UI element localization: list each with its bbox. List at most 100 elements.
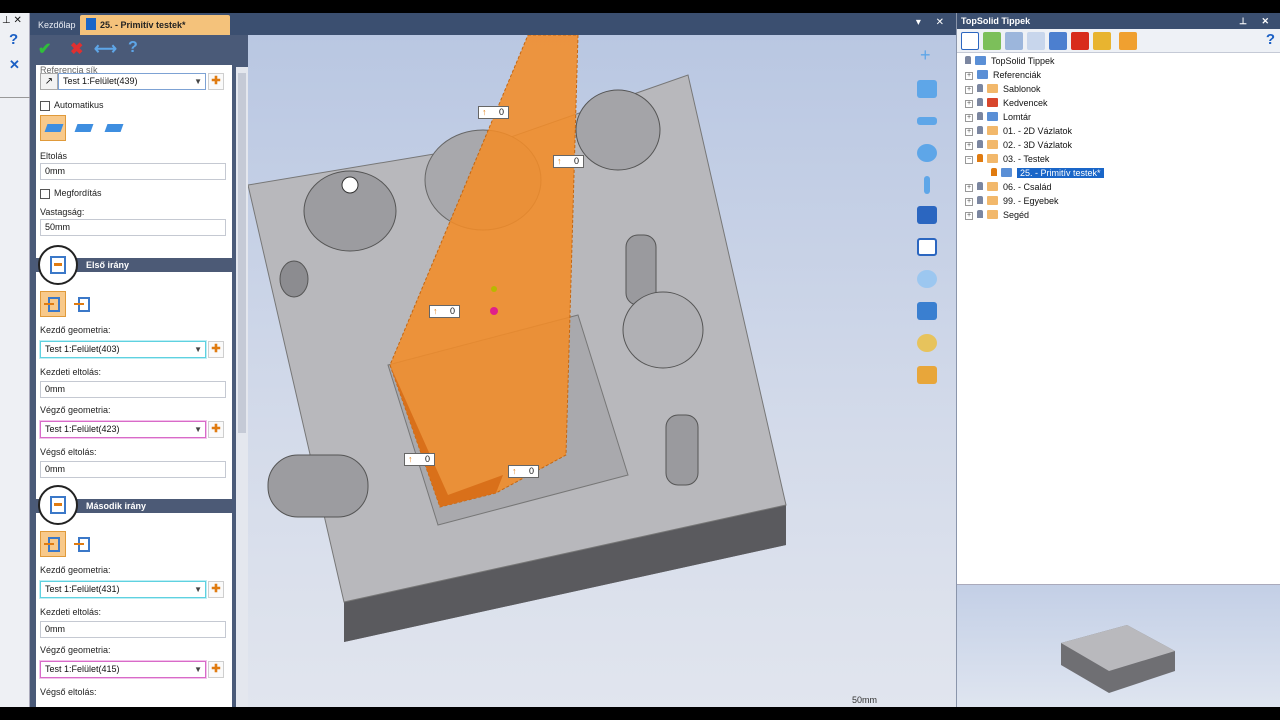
plane-mode-2-button[interactable] [70,115,96,141]
apply-icon[interactable]: ⟷ [94,39,117,59]
help-icon[interactable]: ? [1266,31,1275,48]
flag-icon[interactable] [1071,32,1089,50]
expand-icon[interactable]: + [965,72,973,80]
tab-primitive-bodies[interactable]: 25. - Primitív testek* [80,15,230,35]
dir2-end-add-button[interactable]: ✚ [208,661,224,678]
thickness-input[interactable]: 50mm [40,219,226,236]
expand-icon[interactable]: + [965,142,973,150]
tree-item-helper[interactable]: + Segéd [965,208,1029,222]
view-rotate-icon[interactable] [912,139,942,167]
tree-item-label: Sablonok [1003,84,1041,94]
document-icon[interactable] [1005,32,1023,50]
dir1-start-geo-select[interactable]: Test 1:Felület(403) ▼ [40,341,206,358]
dir1-end-add-button[interactable]: ✚ [208,421,224,438]
tab-home[interactable]: Kezdőlap [32,15,82,35]
view-cube-icon[interactable] [912,297,942,325]
dir1-mode-1-button[interactable] [40,291,66,317]
dir2-mode-1-button[interactable] [40,531,66,557]
expand-icon[interactable]: + [965,100,973,108]
handle-point[interactable] [490,307,498,315]
pin-icon[interactable]: ⊥ ✕ [2,15,22,26]
3d-viewport[interactable]: 0 0 0 0 0 + 50mm [248,35,956,707]
collapse-icon[interactable]: − [965,156,973,164]
auto-checkbox[interactable] [40,101,50,111]
folder-icon [987,196,998,205]
select-tool-icon[interactable] [961,32,979,50]
panel-scrollbar[interactable] [236,67,248,707]
ref-plane-select[interactable]: Test 1:Felület(439) ▼ [58,73,206,90]
zoom-window-icon[interactable] [912,233,942,261]
tree-item-2d-sketches[interactable]: +01. - 2D Vázlatok [965,124,1072,138]
tree-item-favorites[interactable]: + Kedvencek [965,96,1048,110]
expand-icon[interactable]: + [965,114,973,122]
layers-icon[interactable] [1049,32,1067,50]
offset-input[interactable]: 0mm [40,163,226,180]
lock-icon [977,84,983,92]
tree-item-other[interactable]: +99. - Egyebek [965,194,1059,208]
tab-label: 25. - Primitív testek* [100,20,186,30]
plane-mode-3-button[interactable] [100,115,126,141]
tree-item-root[interactable]: TopSolid Tippek [965,54,1055,68]
expand-icon[interactable]: + [965,198,973,206]
cancel-icon[interactable]: ✖ [70,39,83,59]
expand-icon[interactable]: + [965,212,973,220]
add-ref-button[interactable]: ✚ [208,73,224,90]
view-add-icon[interactable]: + [912,43,942,71]
view-section-icon[interactable] [912,171,942,199]
zoom-icon[interactable] [912,265,942,293]
dir2-mode-2-button[interactable] [70,531,96,557]
view-move-icon[interactable] [912,75,942,103]
dir1-start-offset-input[interactable]: 0mm [40,381,226,398]
handle-point[interactable] [491,286,497,292]
expand-icon[interactable]: + [965,128,973,136]
tab-window-controls[interactable]: ▾ ✕ [916,17,950,28]
close-icon[interactable]: ✕ [9,57,20,73]
ok-icon[interactable]: ✔ [38,39,51,59]
expand-icon[interactable]: + [965,184,973,192]
dimension-tag[interactable]: 0 [478,106,510,119]
lock-icon [977,98,983,106]
expand-icon[interactable]: + [965,86,973,94]
panel-window-controls[interactable]: ⊥ ✕ [1239,13,1275,29]
tree-toolbar: ? [957,29,1280,53]
dimension-tag[interactable]: 0 [553,155,585,168]
direction-icon [50,256,66,274]
pick-arrow-icon[interactable]: ↗ [40,73,58,90]
dir1-end-offset-input[interactable]: 0mm [40,461,226,478]
help-icon[interactable]: ? [128,39,138,57]
dir2-start-offset-input[interactable]: 0mm [40,621,226,638]
dir1-mode-2-button[interactable] [70,291,96,317]
dimension-tag[interactable]: 0 [508,465,540,478]
render-help-icon[interactable] [912,361,942,389]
dimension-tag[interactable]: 0 [429,305,461,318]
cylinder-right [622,291,704,369]
dir2-end-geo-select[interactable]: Test 1:Felület(415) ▼ [40,661,206,678]
dir2-start-geo-select[interactable]: Test 1:Felület(431) ▼ [40,581,206,598]
sort-icon[interactable] [1027,32,1045,50]
document-icon [86,18,96,30]
sphere-top-right [575,89,661,171]
direction-icon [50,496,66,514]
dir2-start-add-button[interactable]: ✚ [208,581,224,598]
flip-checkbox[interactable] [40,189,50,199]
tree-item-trash[interactable]: + Lomtár [965,110,1031,124]
view-grid-icon[interactable] [912,201,942,229]
tools-icon[interactable] [1093,32,1111,50]
tree-expand-icon[interactable] [983,32,1001,50]
dir1-end-geo-label: Végző geometria: [40,405,111,415]
dir1-end-geo-select[interactable]: Test 1:Felület(423) ▼ [40,421,206,438]
tree-item-references[interactable]: + Referenciák [965,68,1041,82]
export-icon[interactable] [1119,32,1137,50]
dimension-tag[interactable]: 0 [404,453,436,466]
tree-item-family[interactable]: +06. - Család [965,180,1052,194]
dir1-start-add-button[interactable]: ✚ [208,341,224,358]
palette-icon[interactable] [912,329,942,357]
tree-item-templates[interactable]: + Sablonok [965,82,1041,96]
tree-item-bodies[interactable]: − 03. - Testek [965,152,1049,166]
scrollbar-thumb[interactable] [238,73,246,433]
tree-item-primitive-bodies[interactable]: 25. - Primitív testek* [991,166,1104,180]
help-icon[interactable]: ? [9,31,18,48]
tree-item-3d-sketches[interactable]: +02. - 3D Vázlatok [965,138,1072,152]
plane-mode-1-button[interactable] [40,115,66,141]
view-align-icon[interactable] [912,107,942,135]
